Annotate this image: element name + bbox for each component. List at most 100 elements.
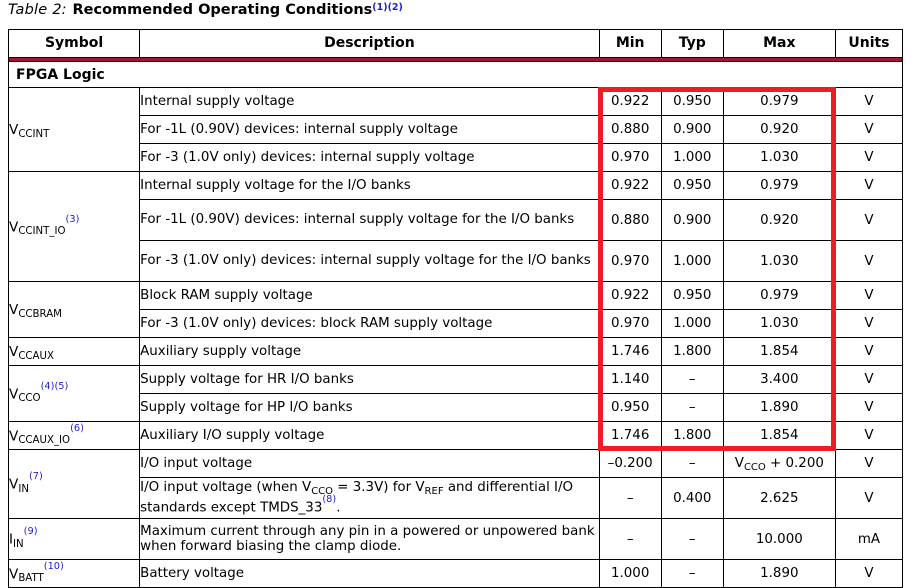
cell-max: 0.920 bbox=[722, 115, 836, 144]
cell-typ: 0.950 bbox=[660, 87, 724, 116]
cell-units: V bbox=[834, 309, 904, 338]
cell-units: V bbox=[834, 199, 904, 241]
cell-units: V bbox=[834, 421, 904, 450]
column-header-description: Description bbox=[139, 29, 600, 58]
cell-description: Auxiliary supply voltage bbox=[139, 337, 600, 366]
cell-typ: – bbox=[660, 518, 724, 560]
column-header-typ: Typ bbox=[660, 29, 724, 58]
cell-typ: 0.950 bbox=[660, 171, 724, 200]
cell-max: 1.030 bbox=[722, 240, 836, 282]
column-header-max: Max bbox=[722, 29, 836, 58]
cell-max: 1.890 bbox=[722, 559, 836, 588]
cell-min: 0.922 bbox=[598, 87, 662, 116]
cell-min: 1.140 bbox=[598, 365, 662, 394]
table-row: VCCBRAM Block RAM supply voltage 0.922 0.95… bbox=[7, 281, 904, 338]
cell-symbol: VCCAUX_IO(6) bbox=[7, 421, 141, 450]
cell-symbol: VCCO(4)(5) bbox=[7, 365, 141, 422]
cell-min: 0.970 bbox=[598, 143, 662, 172]
caption-title: Recommended Operating Conditions bbox=[72, 2, 373, 18]
cell-min: –0.200 bbox=[598, 449, 662, 478]
cell-description: Internal supply voltage for the I/O bank… bbox=[139, 171, 600, 200]
cell-max: 1.030 bbox=[722, 309, 836, 338]
cell-symbol: VIN(7) bbox=[7, 449, 141, 519]
table-row: For -3 (1.0V only) devices: block RAM su… bbox=[9, 309, 904, 338]
cell-min: 0.880 bbox=[598, 115, 662, 144]
caption-label: Table bbox=[8, 2, 48, 18]
cell-units: V bbox=[834, 171, 904, 200]
cell-units: V bbox=[834, 365, 904, 394]
table-row: For -1L (0.90V) devices: internal supply… bbox=[9, 115, 904, 144]
cell-max: 1.854 bbox=[722, 421, 836, 450]
cell-description: Auxiliary I/O supply voltage bbox=[139, 421, 600, 450]
cell-min: 0.970 bbox=[598, 309, 662, 338]
cell-min: – bbox=[598, 477, 662, 519]
cell-description: For -1L (0.90V) devices: internal supply… bbox=[139, 199, 600, 241]
table-row: VCCAUX Auxiliary supply voltage 1.746 1.800… bbox=[7, 337, 904, 366]
caption-footnote-refs[interactable]: (1)(2) bbox=[372, 2, 403, 13]
cell-description: Supply voltage for HP I/O banks bbox=[139, 393, 600, 422]
caption-number: 2: bbox=[52, 2, 67, 18]
cell-description: For -3 (1.0V only) devices: block RAM su… bbox=[139, 309, 600, 338]
cell-description: Battery voltage bbox=[139, 559, 600, 588]
cell-max: 1.890 bbox=[722, 393, 836, 422]
cell-typ: 1.000 bbox=[660, 143, 724, 172]
cell-units: V bbox=[834, 143, 904, 172]
cell-min: 0.880 bbox=[598, 199, 662, 241]
table-row: VCCINT_IO(3) Internal supply voltage for … bbox=[7, 171, 904, 282]
table-row: VCCO(4)(5) Supply voltage for HR I/O bank… bbox=[7, 365, 904, 422]
cell-max: 2.625 bbox=[722, 477, 836, 519]
cell-units: mA bbox=[834, 518, 904, 560]
cell-typ: 1.800 bbox=[660, 337, 724, 366]
cell-typ: 1.800 bbox=[660, 421, 724, 450]
cell-description: I/O input voltage (when VCCO = 3.3V) for… bbox=[139, 477, 600, 519]
cell-units: V bbox=[834, 477, 904, 519]
table-caption: Table 2: Recommended Operating Condition… bbox=[8, 2, 403, 24]
cell-max: 10.000 bbox=[722, 518, 836, 560]
table-row: Supply voltage for HP I/O banks 0.950–1.8… bbox=[9, 393, 904, 422]
cell-description: Block RAM supply voltage bbox=[139, 281, 600, 310]
table-row: VBATT(10) Battery voltage 1.000–1.890 V bbox=[7, 559, 904, 588]
column-header-units: Units bbox=[834, 29, 904, 58]
cell-typ: – bbox=[660, 393, 724, 422]
cell-symbol: IIN(9) bbox=[7, 518, 141, 560]
cell-symbol: VCCBRAM bbox=[7, 281, 141, 338]
table-row: VCCINT Internal supply voltage 0.922 0.950 0… bbox=[7, 87, 904, 172]
cell-max: 1.030 bbox=[722, 143, 836, 172]
cell-max: VCCO + 0.200 bbox=[722, 449, 836, 478]
cell-typ: – bbox=[660, 559, 724, 588]
cell-typ: – bbox=[660, 449, 724, 478]
cell-typ: 1.000 bbox=[660, 240, 724, 282]
cell-typ: 0.400 bbox=[660, 477, 724, 519]
cell-symbol: VBATT(10) bbox=[7, 559, 141, 588]
section-label: FPGA Logic bbox=[8, 61, 903, 88]
cell-typ: 1.000 bbox=[660, 309, 724, 338]
recommended-operating-conditions-table: Symbol Description Min Typ Max Units FPG… bbox=[7, 29, 904, 588]
cell-units: V bbox=[834, 87, 904, 116]
cell-units: V bbox=[834, 115, 904, 144]
cell-units: V bbox=[834, 559, 904, 588]
cell-description: Internal supply voltage bbox=[139, 87, 600, 116]
cell-max: 0.979 bbox=[722, 87, 836, 116]
table-body: FPGA Logic VCCINT Internal supply voltage 0… bbox=[7, 61, 904, 588]
cell-typ: – bbox=[660, 365, 724, 394]
cell-min: 0.922 bbox=[598, 171, 662, 200]
table-header-row: Symbol Description Min Typ Max Units bbox=[7, 29, 904, 58]
cell-min: 1.746 bbox=[598, 337, 662, 366]
cell-symbol: VCCINT bbox=[7, 87, 141, 172]
table-row: For -3 (1.0V only) devices: internal sup… bbox=[9, 143, 904, 172]
cell-min: 1.746 bbox=[598, 421, 662, 450]
section-row-fpga-logic: FPGA Logic bbox=[8, 61, 903, 88]
cell-description: I/O input voltage bbox=[139, 449, 600, 478]
cell-max: 0.979 bbox=[722, 171, 836, 200]
column-header-min: Min bbox=[598, 29, 662, 58]
cell-min: 0.950 bbox=[598, 393, 662, 422]
cell-max: 3.400 bbox=[722, 365, 836, 394]
cell-max: 0.920 bbox=[722, 199, 836, 241]
table-row: VCCAUX_IO(6) Auxiliary I/O supply voltage… bbox=[7, 421, 904, 450]
column-header-symbol: Symbol bbox=[7, 29, 141, 58]
cell-units: V bbox=[834, 240, 904, 282]
cell-units: V bbox=[834, 281, 904, 310]
cell-typ: 0.950 bbox=[660, 281, 724, 310]
cell-min: 0.970 bbox=[598, 240, 662, 282]
cell-description: For -1L (0.90V) devices: internal supply… bbox=[139, 115, 600, 144]
